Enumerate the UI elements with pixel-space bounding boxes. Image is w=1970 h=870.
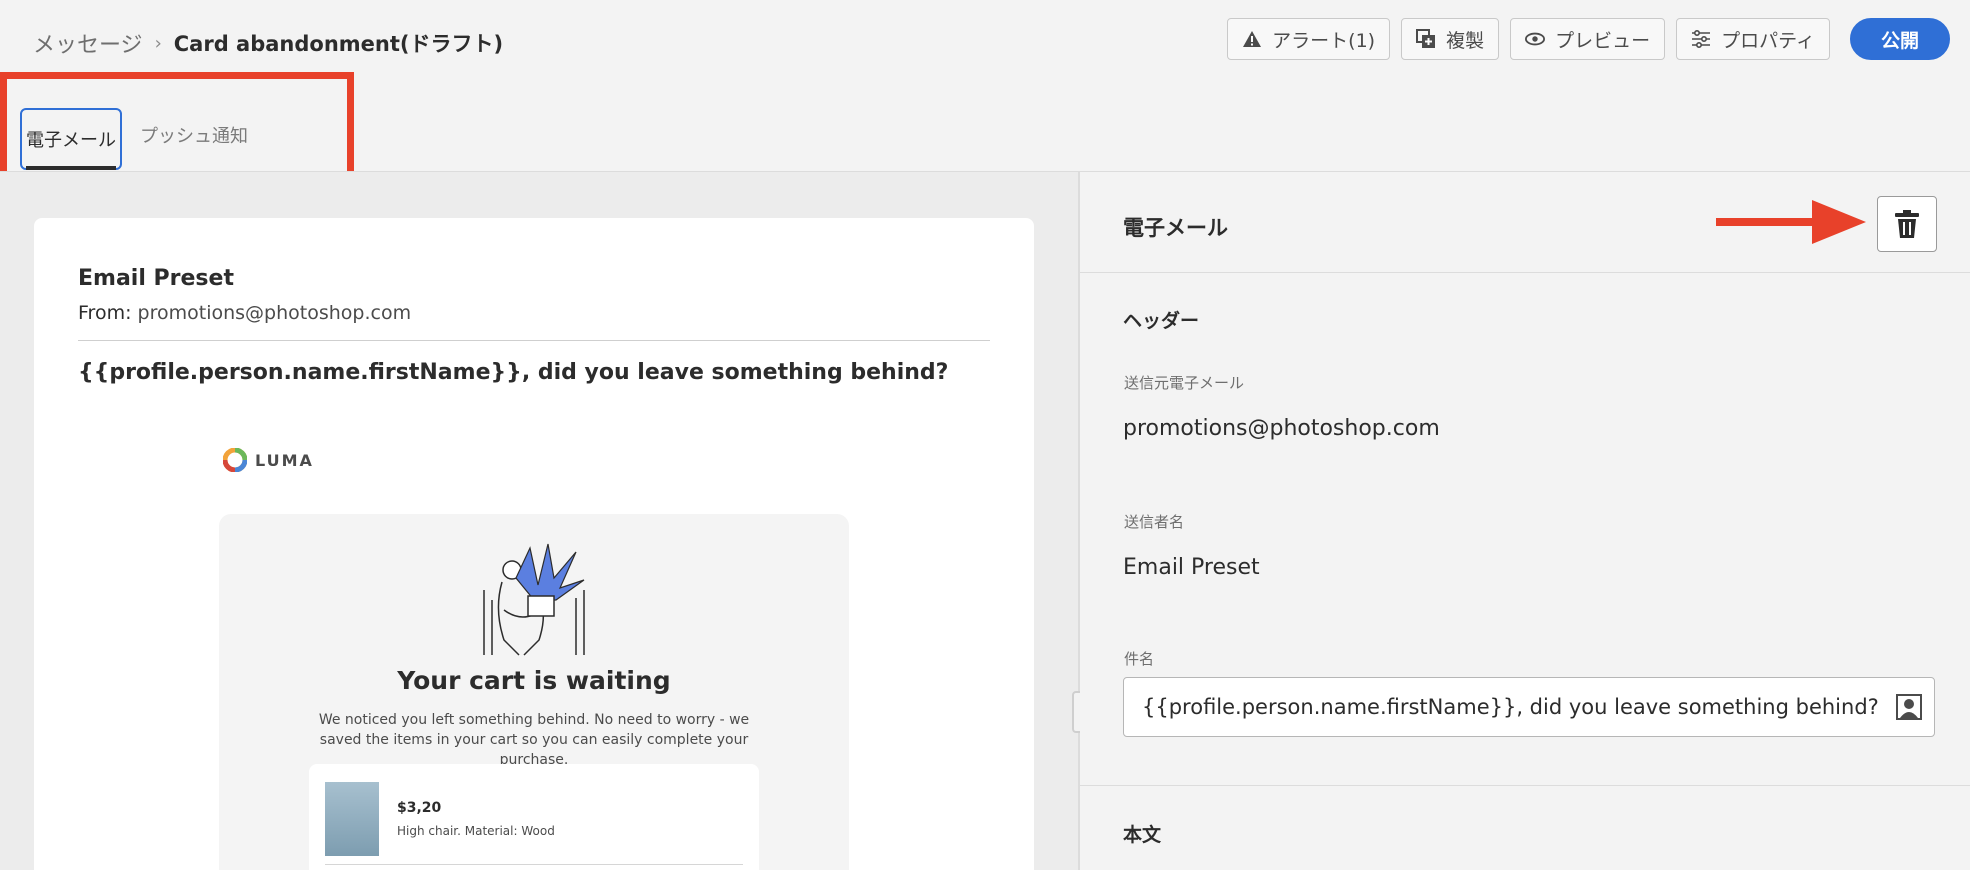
- product-image: [325, 782, 379, 856]
- toolbar-actions: アラート(1) 複製 プレビュー プロパティ 公開: [1216, 18, 1950, 60]
- panel-title: 電子メール: [1123, 216, 1228, 240]
- cart-content: Your cart is waiting We noticed you left…: [219, 514, 849, 870]
- alert-label: アラート(1): [1272, 29, 1376, 52]
- sender-name-label: 送信者名: [1124, 513, 1185, 531]
- logo-text: LUMA: [255, 450, 314, 470]
- luma-logo-icon: [223, 448, 247, 472]
- from-email-label: 送信元電子メール: [1124, 374, 1245, 392]
- email-preview-card: Email Preset From: promotions@photoshop.…: [34, 218, 1034, 870]
- cart-description: We noticed you left something behind. No…: [318, 712, 750, 768]
- trash-icon: [1895, 210, 1919, 238]
- email-preview-area: Email Preset From: promotions@photoshop.…: [0, 172, 1078, 870]
- top-bar: メッセージ › Card abandonment(ドラフト) アラート(1) 複…: [0, 0, 1970, 80]
- breadcrumb: メッセージ › Card abandonment(ドラフト): [33, 27, 503, 59]
- publish-button[interactable]: 公開: [1849, 18, 1950, 60]
- panel-divider: [1080, 272, 1970, 273]
- preview-sender-name: Email Preset: [78, 266, 234, 291]
- alert-icon: [1242, 29, 1262, 49]
- sender-name-value: Email Preset: [1123, 555, 1260, 580]
- body-section-title: 本文: [1123, 824, 1162, 846]
- preview-divider: [78, 340, 990, 341]
- eye-icon: [1525, 29, 1546, 49]
- cart-title: Your cart is waiting: [397, 666, 671, 695]
- product-card: $3,20 High chair. Material: Wood: [309, 764, 759, 870]
- breadcrumb-current: Card abandonment(ドラフト): [173, 32, 504, 56]
- preview-from-address: promotions@photoshop.com: [137, 302, 412, 324]
- preview-button[interactable]: プレビュー: [1510, 18, 1666, 60]
- properties-label: プロパティ: [1721, 29, 1815, 52]
- preview-subject: {{profile.person.name.firstName}}, did y…: [78, 360, 949, 385]
- luma-logo: LUMA: [223, 448, 314, 472]
- panel-divider-2: [1080, 785, 1970, 786]
- subject-input-value: {{profile.person.name.firstName}}, did y…: [1142, 695, 1879, 719]
- product-divider: [325, 864, 743, 865]
- subject-input[interactable]: {{profile.person.name.firstName}}, did y…: [1123, 677, 1935, 737]
- product-price: $3,20: [397, 800, 442, 816]
- properties-button[interactable]: プロパティ: [1676, 18, 1830, 60]
- breadcrumb-separator: ›: [154, 32, 162, 54]
- duplicate-icon: [1416, 29, 1436, 49]
- preview-from: From: promotions@photoshop.com: [78, 302, 411, 324]
- from-email-value: promotions@photoshop.com: [1123, 416, 1440, 441]
- duplicate-label: 複製: [1446, 29, 1485, 52]
- header-section-title: ヘッダー: [1123, 310, 1200, 332]
- arrow-annotation-icon: [1716, 200, 1866, 244]
- alert-button[interactable]: アラート(1): [1227, 18, 1391, 60]
- properties-icon: [1691, 29, 1711, 49]
- preview-label: プレビュー: [1555, 29, 1651, 52]
- product-description: High chair. Material: Wood: [397, 824, 555, 838]
- subject-label: 件名: [1124, 650, 1155, 668]
- preview-from-label: From:: [78, 302, 132, 324]
- personalization-icon[interactable]: [1896, 694, 1922, 720]
- properties-panel: 電子メール ヘッダー 送信元電子メール promotions@photoshop…: [1080, 172, 1970, 870]
- duplicate-button[interactable]: 複製: [1401, 18, 1500, 60]
- delete-button[interactable]: [1877, 196, 1937, 252]
- plant-illustration-icon: [483, 543, 585, 656]
- breadcrumb-parent[interactable]: メッセージ: [33, 27, 143, 59]
